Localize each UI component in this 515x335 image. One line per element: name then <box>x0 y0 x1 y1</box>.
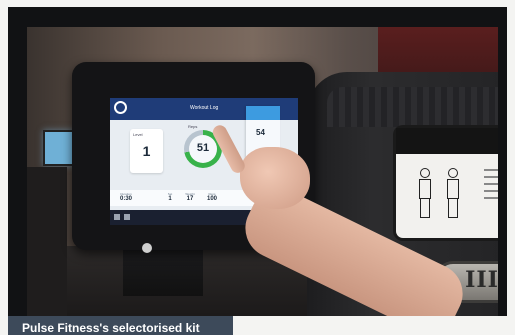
placard-instructions <box>484 164 498 204</box>
pulse-logo <box>114 101 129 114</box>
machine-cover <box>327 87 498 127</box>
photo-frame: S III Workout Log Level 1 Rep <box>8 7 507 316</box>
caption-bar: Pulse Fitness's selectorised kit <box>8 316 233 335</box>
placard-header: S <box>396 128 498 154</box>
stat-item: Reps 100 <box>206 192 217 202</box>
caption-text: Pulse Fitness's selectorised kit <box>22 321 200 335</box>
hand <box>240 147 310 209</box>
side-weight-value: 54 <box>256 128 265 137</box>
background-equipment <box>27 167 67 316</box>
monitor-power-button[interactable] <box>142 243 152 253</box>
level-card[interactable]: Level 1 <box>130 129 163 173</box>
stat-item: Duration 0:30 <box>119 192 132 202</box>
side-panel-header <box>246 106 280 120</box>
level-value: 1 <box>142 143 151 159</box>
background-tv <box>43 130 75 166</box>
gauge-label: Reps <box>188 124 198 129</box>
body-figure-back-icon <box>446 168 460 218</box>
kiosk-stand <box>123 250 203 296</box>
exercise-placard: S <box>393 125 498 241</box>
screen-title: Workout Log <box>190 105 219 111</box>
gauge-value: 51 <box>196 142 210 154</box>
body-figure-front-icon <box>418 168 432 218</box>
home-icon[interactable] <box>124 214 130 220</box>
level-label: Level <box>133 132 143 137</box>
back-icon[interactable] <box>114 214 120 220</box>
